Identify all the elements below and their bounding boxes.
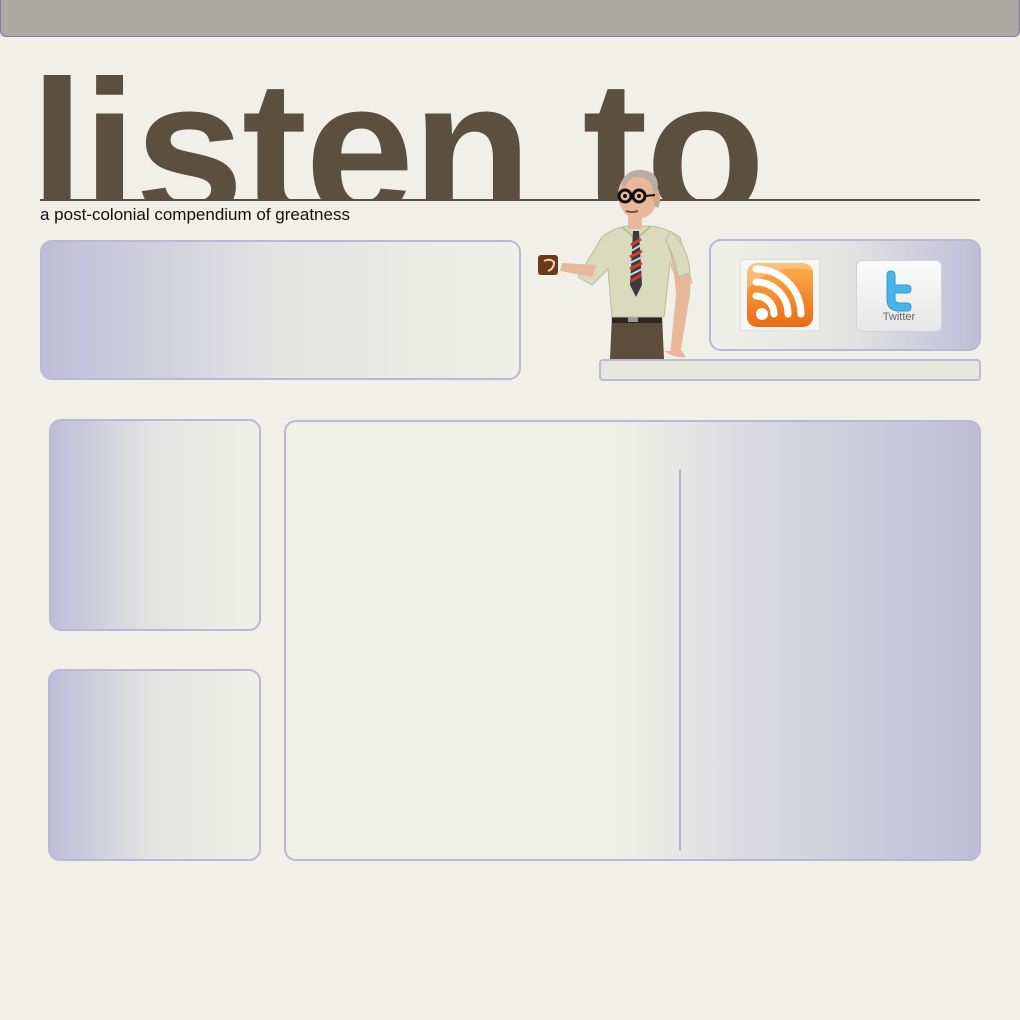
sidebar-panel-top <box>49 419 261 631</box>
masthead: listen to <box>30 40 980 201</box>
man-with-coffee-mug-illustration <box>538 169 693 359</box>
masthead-underline <box>40 199 980 201</box>
twitter-bird-icon <box>886 270 912 312</box>
sidebar-panel-bottom <box>48 669 261 861</box>
search-input[interactable] <box>599 359 981 381</box>
top-bar <box>0 0 1020 37</box>
rss-feed-button[interactable] <box>740 259 820 331</box>
rss-feed-icon <box>747 263 813 327</box>
content-column-divider <box>679 470 681 850</box>
main-content-panel <box>284 420 981 861</box>
twitter-label: Twitter <box>882 311 916 323</box>
twitter-button[interactable]: Twitter <box>856 260 942 332</box>
header-info-panel <box>40 240 521 380</box>
site-tagline: a post-colonial compendium of greatness <box>40 205 350 224</box>
